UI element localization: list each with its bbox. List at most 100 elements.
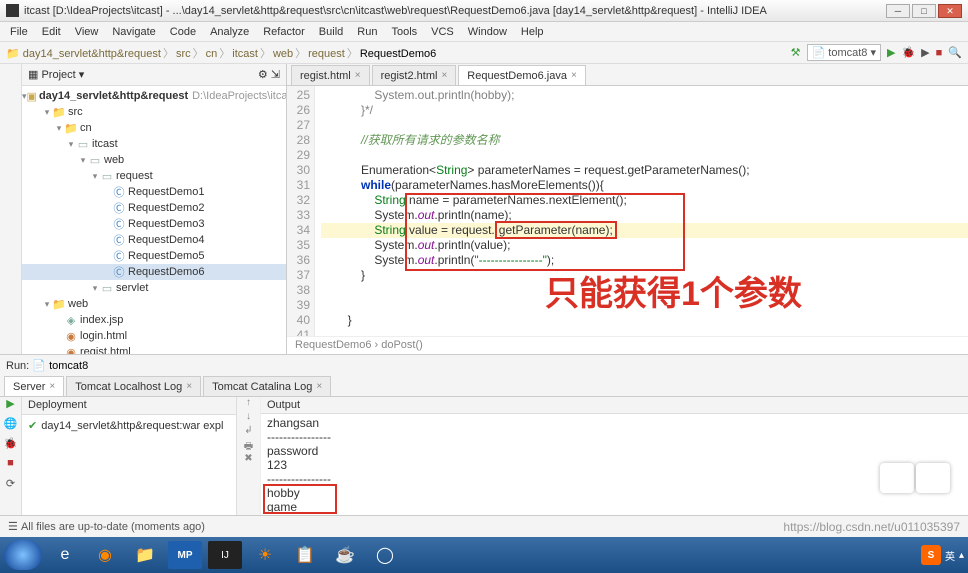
- debug-button[interactable]: 🐞: [901, 46, 915, 59]
- debug-icon[interactable]: 🐞: [0, 437, 21, 457]
- breadcrumb-part[interactable]: request: [308, 48, 345, 60]
- ime-lang[interactable]: 英: [945, 548, 955, 563]
- menu-help[interactable]: Help: [515, 24, 550, 40]
- breadcrumb-part[interactable]: RequestDemo6: [360, 48, 436, 60]
- menu-code[interactable]: Code: [164, 24, 202, 40]
- coverage-button[interactable]: ▶: [921, 46, 929, 59]
- tree-node-requestdemo4[interactable]: ⒸRequestDemo4: [22, 232, 286, 248]
- console-output[interactable]: zhangsan----------------password123-----…: [261, 414, 968, 516]
- breadcrumb-part[interactable]: cn: [206, 48, 218, 60]
- taskbar-app3[interactable]: ☕: [328, 541, 362, 569]
- tray-expand-icon[interactable]: ▴: [959, 550, 964, 561]
- menu-window[interactable]: Window: [462, 24, 513, 40]
- scroll-down-icon[interactable]: ↓: [237, 411, 260, 425]
- tree-root[interactable]: ▾▣day14_servlet&http&requestD:\IdeaProje…: [22, 88, 286, 104]
- run-button[interactable]: ▶: [887, 46, 895, 59]
- code-line[interactable]: while(parameterNames.hasMoreElements()){: [321, 178, 968, 193]
- menu-navigate[interactable]: Navigate: [106, 24, 161, 40]
- tree-node-request[interactable]: ▾▭request: [22, 168, 286, 184]
- print-icon[interactable]: 🖶: [237, 439, 260, 453]
- tree-node-login.html[interactable]: ◉login.html: [22, 328, 286, 344]
- tree-node-servlet[interactable]: ▾▭servlet: [22, 280, 286, 296]
- close-icon[interactable]: ×: [49, 381, 55, 392]
- close-button[interactable]: ✕: [938, 4, 962, 18]
- breadcrumb-part[interactable]: web: [273, 48, 293, 60]
- close-icon[interactable]: ×: [316, 381, 322, 392]
- breadcrumb-part[interactable]: src: [176, 48, 191, 60]
- close-icon[interactable]: ×: [186, 381, 192, 392]
- editor-tab[interactable]: regist.html×: [291, 65, 370, 85]
- editor-breadcrumb[interactable]: RequestDemo6 › doPost(): [287, 336, 968, 354]
- deployment-item[interactable]: ✔ day14_servlet&http&request:war expl: [28, 419, 230, 432]
- tree-node-cn[interactable]: ▾📁cn: [22, 120, 286, 136]
- taskbar-chrome[interactable]: ◯: [368, 541, 402, 569]
- tree-node-index.jsp[interactable]: ◈index.jsp: [22, 312, 286, 328]
- run-config-selector[interactable]: 📄 tomcat8 ▾: [807, 44, 881, 61]
- tree-node-requestdemo5[interactable]: ⒸRequestDemo5: [22, 248, 286, 264]
- stop-icon[interactable]: ■: [0, 457, 21, 477]
- start-button[interactable]: [4, 540, 42, 570]
- search-icon[interactable]: 🔍: [948, 46, 962, 59]
- scroll-up-icon[interactable]: ↑: [237, 397, 260, 411]
- taskbar-explorer[interactable]: 📁: [128, 541, 162, 569]
- tree-node-regist.html[interactable]: ◉regist.html: [22, 344, 286, 354]
- float-icon-2[interactable]: [916, 463, 950, 493]
- rerun-icon[interactable]: ▶: [0, 397, 21, 417]
- tree-node-src[interactable]: ▾📁src: [22, 104, 286, 120]
- run-tab[interactable]: Tomcat Catalina Log×: [203, 376, 331, 396]
- tree-node-web[interactable]: ▾▭web: [22, 152, 286, 168]
- taskbar-mp[interactable]: MP: [168, 541, 202, 569]
- project-tree[interactable]: ▾▣day14_servlet&http&requestD:\IdeaProje…: [22, 86, 286, 354]
- wrap-icon[interactable]: ↲: [237, 425, 260, 439]
- tree-node-requestdemo1[interactable]: ⒸRequestDemo1: [22, 184, 286, 200]
- project-tool-title[interactable]: ▦ Project ▾: [28, 68, 84, 81]
- editor-tab[interactable]: RequestDemo6.java×: [458, 65, 586, 85]
- menu-file[interactable]: File: [4, 24, 34, 40]
- close-icon[interactable]: ×: [355, 70, 361, 81]
- taskbar-media[interactable]: ◉: [88, 541, 122, 569]
- code-line[interactable]: //获取所有请求的参数名称: [321, 133, 968, 148]
- breadcrumb-part[interactable]: itcast: [232, 48, 258, 60]
- code-line[interactable]: [321, 328, 968, 336]
- deploy-icon[interactable]: ⟳: [0, 477, 21, 497]
- run-tab[interactable]: Server×: [4, 376, 64, 396]
- code-area[interactable]: System.out.println(hobby); }*/ //获取所有请求的…: [315, 86, 968, 336]
- code-line[interactable]: Enumeration<String> parameterNames = req…: [321, 163, 968, 178]
- menu-edit[interactable]: Edit: [36, 24, 67, 40]
- tree-node-requestdemo3[interactable]: ⒸRequestDemo3: [22, 216, 286, 232]
- code-line[interactable]: }*/: [321, 103, 968, 118]
- code-line[interactable]: }: [321, 313, 968, 328]
- tree-node-requestdemo6[interactable]: ⒸRequestDemo6: [22, 264, 286, 280]
- breadcrumb-part[interactable]: 📁 day14_servlet&http&request: [6, 48, 161, 60]
- minimize-button[interactable]: ─: [886, 4, 910, 18]
- taskbar-intellij[interactable]: IJ: [208, 541, 242, 569]
- menu-refactor[interactable]: Refactor: [257, 24, 311, 40]
- status-icon[interactable]: ☰: [8, 520, 18, 533]
- gear-icon[interactable]: ⚙ ⇲: [258, 68, 280, 81]
- open-browser-icon[interactable]: 🌐: [0, 417, 21, 437]
- close-icon[interactable]: ×: [571, 70, 577, 81]
- menu-view[interactable]: View: [69, 24, 105, 40]
- tree-node-requestdemo2[interactable]: ⒸRequestDemo2: [22, 200, 286, 216]
- build-icon[interactable]: ⚒: [791, 46, 801, 59]
- close-icon[interactable]: ×: [441, 70, 447, 81]
- editor-tab[interactable]: regist2.html×: [372, 65, 457, 85]
- stop-button[interactable]: ■: [936, 47, 943, 59]
- tree-node-itcast[interactable]: ▾▭itcast: [22, 136, 286, 152]
- code-line[interactable]: System.out.println(hobby);: [321, 88, 968, 103]
- clear-icon[interactable]: ✖: [237, 453, 260, 467]
- maximize-button[interactable]: □: [912, 4, 936, 18]
- float-icon-1[interactable]: [880, 463, 914, 493]
- menu-run[interactable]: Run: [351, 24, 383, 40]
- code-line[interactable]: [321, 118, 968, 133]
- menu-tools[interactable]: Tools: [385, 24, 423, 40]
- system-tray[interactable]: S 英 ▴: [921, 545, 964, 565]
- taskbar-ie[interactable]: e: [48, 541, 82, 569]
- menu-vcs[interactable]: VCS: [425, 24, 460, 40]
- ime-icon[interactable]: S: [921, 545, 941, 565]
- code-line[interactable]: [321, 148, 968, 163]
- menu-build[interactable]: Build: [313, 24, 349, 40]
- taskbar-app1[interactable]: ☀: [248, 541, 282, 569]
- menu-analyze[interactable]: Analyze: [204, 24, 255, 40]
- taskbar-app2[interactable]: 📋: [288, 541, 322, 569]
